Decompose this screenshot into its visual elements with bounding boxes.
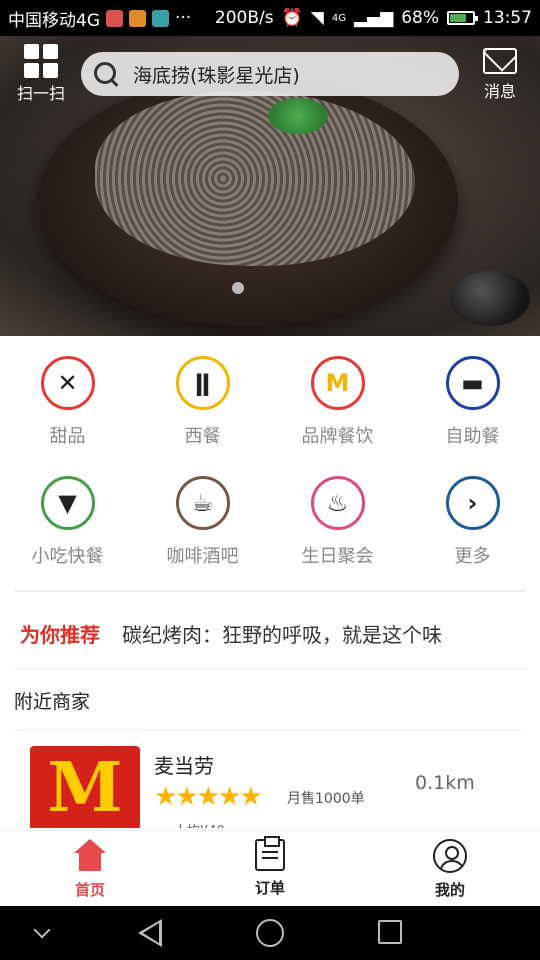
- shop-name: 麦当劳: [154, 754, 214, 778]
- category-label: 生日聚会: [301, 546, 374, 567]
- network-speed: 200B/s: [214, 8, 274, 28]
- wifi-icon: ◥: [310, 8, 324, 28]
- shop-rating-stars: ★★★★★: [154, 782, 263, 812]
- category-spoon-fork[interactable]: ✕ 甜品: [0, 336, 135, 456]
- category-grid: ✕ 甜品 ǁ 西餐 M 品牌餐饮 ▬ 自助餐 ▼ 小吃快餐 ☕ 咖啡酒吧 ♨ 生日聚会 › 更多: [0, 336, 540, 576]
- shop-distance: 0.1km: [415, 772, 475, 794]
- banner-stone-image: [450, 271, 530, 326]
- more-notifications-icon: ···: [175, 8, 192, 28]
- chevron-right-icon: ›: [445, 476, 500, 530]
- shop-average-price: 人均¥40: [174, 820, 225, 828]
- recommend-headline[interactable]: 碳纪烤肉：狂野的呼吸，就是这个味: [122, 619, 442, 648]
- scan-label: 扫一扫: [16, 84, 65, 103]
- qr-scan-icon: [24, 44, 58, 78]
- tab-home-label: 首页: [74, 881, 105, 899]
- carousel-indicator-dot[interactable]: [232, 282, 244, 294]
- message-label: 消息: [483, 82, 516, 101]
- tab-mine[interactable]: 我的: [360, 831, 540, 906]
- tab-orders-label: 订单: [254, 879, 285, 897]
- category-label: 自助餐: [445, 426, 500, 447]
- carrier-label: 中国移动4G: [8, 10, 100, 31]
- back-button[interactable]: [138, 919, 162, 947]
- alarm-icon: ⏰: [281, 8, 303, 28]
- shop-list-item[interactable]: M 麦当劳 ★★★★★ 月售1000单 0.1km 人均¥40: [0, 732, 540, 828]
- person-icon: [433, 839, 467, 873]
- spoon-fork-icon: ✕: [40, 356, 95, 410]
- coffee-cup-icon: ☕: [175, 476, 230, 530]
- knife-fork-icon: ǁ: [175, 356, 230, 410]
- category-chevron-right[interactable]: › 更多: [405, 456, 540, 576]
- category-coffee-cup[interactable]: ☕ 咖啡酒吧: [135, 456, 270, 576]
- home-icon: [73, 839, 107, 873]
- tab-orders[interactable]: 订单: [180, 831, 360, 906]
- mcdonalds-m-icon: M: [310, 356, 365, 410]
- envelope-icon: [483, 48, 517, 74]
- category-knife-fork[interactable]: ǁ 西餐: [135, 336, 270, 456]
- clock: 13:57: [483, 8, 532, 28]
- battery-icon: [447, 11, 478, 25]
- recommend-banner[interactable]: 为你推荐 碳纪烤肉：狂野的呼吸，就是这个味: [0, 598, 540, 668]
- shop-logo: M: [30, 746, 140, 828]
- banner-food-image: [95, 91, 415, 266]
- tab-mine-label: 我的: [434, 881, 465, 899]
- signal-icon: ▂▄▆: [353, 8, 394, 28]
- clipboard-icon: [255, 836, 285, 871]
- search-icon: [93, 61, 119, 87]
- pot-icon: ▬: [445, 356, 500, 410]
- recent-apps-button[interactable]: [378, 920, 402, 944]
- divider: [14, 590, 526, 592]
- shop-monthly-sales: 月售1000单: [287, 791, 365, 807]
- app-notification-icon: [129, 9, 146, 27]
- category-mcdonalds-m[interactable]: M 品牌餐饮: [270, 336, 405, 456]
- category-pizza-slice[interactable]: ▼ 小吃快餐: [0, 456, 135, 576]
- mail-notification-icon: [106, 9, 123, 27]
- category-label: 更多: [454, 546, 491, 567]
- search-bar[interactable]: 海底捞(珠影星光店): [81, 52, 459, 96]
- category-pot[interactable]: ▬ 自助餐: [405, 336, 540, 456]
- bottom-tab-bar: 首页 订单 我的: [0, 830, 540, 906]
- network-type: 4G: [331, 12, 346, 24]
- scan-button[interactable]: 扫一扫: [12, 44, 70, 104]
- category-label: 甜品: [49, 426, 86, 447]
- category-label: 品牌餐饮: [301, 426, 374, 447]
- message-button[interactable]: 消息: [478, 48, 522, 102]
- divider: [14, 668, 526, 669]
- home-button[interactable]: [256, 919, 284, 947]
- search-text: 海底捞(珠影星光店): [133, 64, 300, 87]
- category-cake[interactable]: ♨ 生日聚会: [270, 456, 405, 576]
- nearby-section-title: 附近商家: [14, 690, 91, 713]
- cloud-notification-icon: [152, 9, 169, 27]
- category-label: 咖啡酒吧: [166, 546, 239, 567]
- battery-percent: 68%: [401, 8, 439, 28]
- top-bar: 扫一扫 海底捞(珠影星光店) 消息: [0, 40, 540, 106]
- cake-icon: ♨: [310, 476, 365, 530]
- status-bar: 中国移动4G ··· 200B/s ⏰ ◥ 4G ▂▄▆ 68% 13:57: [0, 0, 540, 36]
- category-label: 小吃快餐: [31, 546, 104, 567]
- tab-home[interactable]: 首页: [0, 831, 180, 906]
- system-nav-bar: [0, 906, 540, 960]
- recommend-tag: 为你推荐: [20, 622, 100, 647]
- pizza-slice-icon: ▼: [40, 476, 95, 530]
- category-label: 西餐: [184, 426, 221, 447]
- divider: [14, 730, 526, 731]
- hide-nav-button[interactable]: [33, 921, 51, 939]
